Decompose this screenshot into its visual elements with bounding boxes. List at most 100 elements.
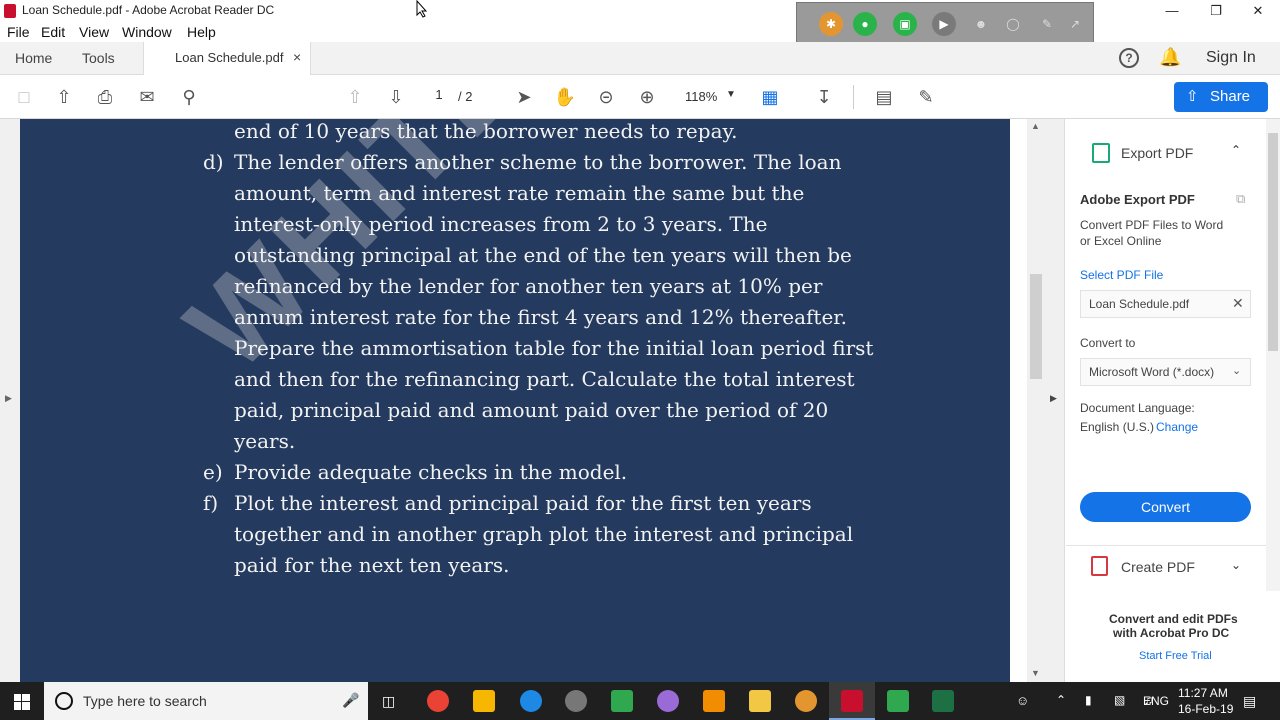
people-icon[interactable]: ☺ (1016, 693, 1029, 708)
save-icon[interactable]: □ (12, 85, 36, 109)
export-title: Adobe Export PDF (1080, 192, 1195, 207)
bell-icon[interactable]: 🔔 (1159, 47, 1181, 68)
collapse-right-icon: ▶ (1050, 393, 1057, 403)
acrobat-taskbar-button[interactable] (829, 682, 875, 720)
scroll-mode-icon[interactable]: ↧ (812, 85, 836, 109)
camtasia-recorder-icon[interactable] (887, 690, 909, 712)
file-explorer-icon[interactable] (749, 690, 771, 712)
share-button[interactable]: ⇧ Share (1174, 82, 1268, 112)
document-line: years. (234, 429, 296, 453)
print-icon[interactable]: ⎙ (93, 85, 117, 109)
sign-in-link[interactable]: Sign In (1206, 49, 1256, 67)
recorder-icon[interactable] (795, 690, 817, 712)
search-icon[interactable]: ⚲ (177, 85, 201, 109)
minimize-button[interactable]: — (1150, 0, 1194, 22)
email-icon[interactable]: ✉ (135, 85, 159, 109)
media-icon[interactable] (565, 690, 587, 712)
share-icon: ⇧ (1186, 88, 1199, 105)
expand-left-icon: ▶ (5, 393, 12, 403)
tab-document[interactable]: Loan Schedule.pdf × (143, 42, 311, 75)
menu-view[interactable]: View (79, 24, 109, 40)
notifications-icon[interactable]: ▤ (1243, 693, 1256, 710)
camera-icon[interactable]: ▶ (932, 12, 956, 36)
selected-file-field[interactable]: Loan Schedule.pdf ✕ (1080, 290, 1251, 318)
previous-page-icon[interactable]: ⇧ (343, 85, 367, 109)
screen-icon[interactable]: ▣ (893, 12, 917, 36)
create-pdf-header[interactable]: Create PDF (1121, 559, 1195, 575)
page-total: / 2 (458, 89, 473, 104)
document-line: together and in another graph plot the i… (234, 522, 854, 546)
taskbar-search-box[interactable]: Type here to search 🎤 (44, 682, 368, 720)
zoom-out-icon[interactable]: ⊝ (594, 85, 618, 109)
page-number-input[interactable]: 1 (424, 87, 454, 107)
network-icon[interactable]: ▧ (1114, 693, 1125, 707)
app-icon[interactable] (473, 690, 495, 712)
change-language-link[interactable]: Change (1156, 420, 1198, 434)
document-language-label: Document Language: (1080, 401, 1195, 415)
zoom-level-select[interactable]: 118% ▼ (676, 88, 738, 108)
right-pane-scrollbar[interactable] (1266, 119, 1280, 591)
document-line: paid, principal paid and amount paid ove… (234, 398, 829, 422)
ellipse-tool-icon[interactable]: ◯ (1001, 12, 1025, 36)
document-scrollbar[interactable]: ▲ ▼ (1027, 119, 1045, 682)
menu-file[interactable]: File (7, 24, 30, 40)
microphone-icon[interactable]: 🎤 (342, 692, 359, 709)
clock-date[interactable]: 16-Feb-19 (1178, 702, 1233, 716)
start-free-trial-link[interactable]: Start Free Trial (1139, 650, 1212, 662)
clock-time[interactable]: 11:27 AM (1178, 686, 1228, 700)
export-pdf-header[interactable]: Export PDF (1121, 145, 1193, 161)
scroll-down-icon[interactable]: ▼ (1031, 668, 1040, 678)
select-tool-icon[interactable]: ➤ (512, 85, 536, 109)
task-view-icon[interactable]: ◫ (382, 693, 395, 710)
next-page-icon[interactable]: ⇩ (384, 85, 408, 109)
close-window-button[interactable]: ✕ (1236, 0, 1280, 22)
menu-edit[interactable]: Edit (41, 24, 65, 40)
left-panel-toggle[interactable]: ▶ (0, 119, 20, 682)
edge-icon[interactable] (520, 690, 542, 712)
camtasia-icon[interactable] (611, 690, 633, 712)
chevron-up-icon[interactable]: ⌃ (1231, 143, 1241, 157)
document-line: paid for the next ten years. (234, 553, 510, 577)
recorder-app-icon[interactable]: ✱ (819, 12, 843, 36)
show-hidden-icons[interactable]: ⌃ (1056, 693, 1066, 707)
battery-icon[interactable]: ▮ (1085, 693, 1092, 707)
zoom-in-icon[interactable]: ⊕ (635, 85, 659, 109)
chevron-down-icon[interactable]: ⌄ (1231, 558, 1241, 572)
highlight-pen-icon[interactable]: ✎ (914, 85, 938, 109)
menu-help[interactable]: Help (187, 24, 216, 40)
microphone-icon[interactable]: ● (853, 12, 877, 36)
windows-start-icon[interactable] (14, 694, 30, 710)
comment-icon[interactable]: ▤ (872, 85, 896, 109)
help-icon[interactable]: ? (1119, 48, 1139, 68)
menu-window[interactable]: Window (122, 24, 172, 40)
resize-icon[interactable]: ↗ (1063, 12, 1087, 36)
convert-button[interactable]: Convert (1080, 492, 1251, 522)
document-line: amount, term and interest rate remain th… (234, 181, 805, 205)
document-scrollbar-thumb[interactable] (1030, 274, 1042, 379)
clear-file-icon[interactable]: ✕ (1232, 295, 1244, 312)
document-line: outstanding principal at the end of the … (234, 243, 852, 267)
select-pdf-file-link[interactable]: Select PDF File (1080, 268, 1163, 282)
right-pane-toggle[interactable]: ▶ (1045, 119, 1065, 682)
users-icon[interactable]: ☻ (969, 12, 993, 36)
document-page[interactable]: WHITEKNIGHT end of 10 years that the bor… (20, 119, 1010, 682)
tab-close-icon[interactable]: × (293, 49, 301, 65)
chrome-icon[interactable] (427, 690, 449, 712)
copy-icon[interactable]: ⧉ (1236, 191, 1245, 207)
paint-icon[interactable] (657, 690, 679, 712)
right-pane-scrollbar-thumb[interactable] (1268, 133, 1278, 351)
maximize-button[interactable]: ❐ (1194, 0, 1238, 22)
tab-document-label: Loan Schedule.pdf (175, 50, 284, 65)
tab-home[interactable]: Home (15, 50, 52, 66)
hand-tool-icon[interactable]: ✋ (553, 85, 577, 109)
pen-tool-icon[interactable]: ✎ (1035, 12, 1059, 36)
fit-page-icon[interactable]: ▦ (758, 85, 782, 109)
tab-tools[interactable]: Tools (82, 50, 115, 66)
excel-icon[interactable] (932, 690, 954, 712)
convert-to-select[interactable]: Microsoft Word (*.docx) ⌄ (1080, 358, 1251, 386)
language-indicator[interactable]: ENG (1143, 694, 1169, 708)
scroll-up-icon[interactable]: ▲ (1031, 121, 1040, 131)
vlc-icon[interactable] (703, 690, 725, 712)
upload-icon[interactable]: ⇧ (52, 85, 76, 109)
export-description-line-2: or Excel Online (1080, 234, 1162, 248)
